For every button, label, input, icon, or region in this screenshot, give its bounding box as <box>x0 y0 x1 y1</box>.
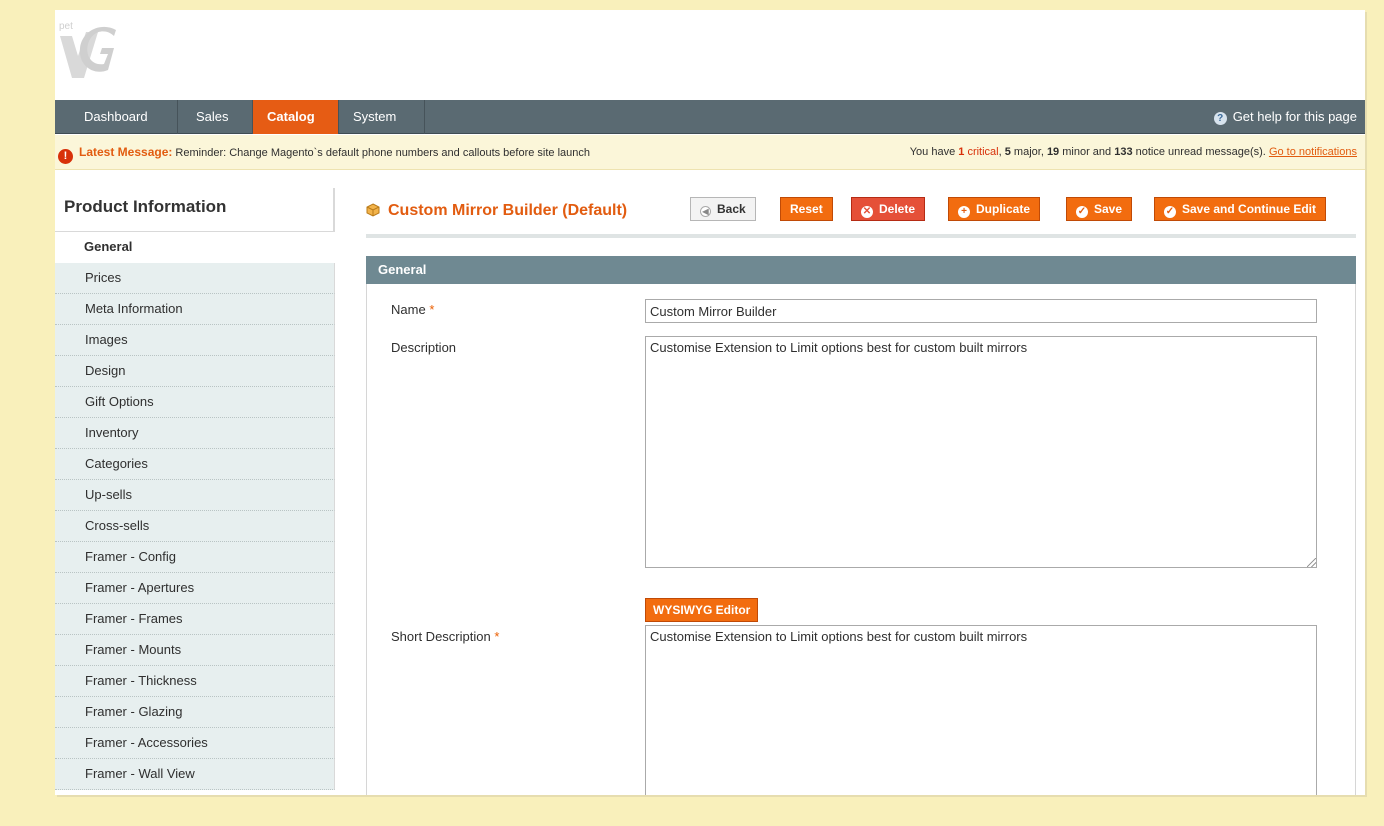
nav-item-sales[interactable]: Sales <box>178 100 253 134</box>
nav-item-dashboard[interactable]: Dashboard <box>55 100 178 134</box>
general-fieldset: Name * Description Customise Extension t… <box>366 284 1356 795</box>
tab-framer-accessories[interactable]: Framer - Accessories <box>55 728 335 759</box>
frame-shadow-bottom <box>57 795 1367 797</box>
minor-count: 19 <box>1046 146 1060 158</box>
product-box-icon <box>366 203 380 217</box>
section-header-general: General <box>366 256 1356 284</box>
header-divider <box>366 234 1356 238</box>
reset-button[interactable]: Reset <box>780 197 833 221</box>
product-info-sidebar: Product Information General Prices Meta … <box>55 188 335 790</box>
notice-label: notice unread message(s). <box>1132 146 1269 158</box>
help-question-icon: ? <box>1213 112 1227 125</box>
save-and-continue-button[interactable]: ✓ Save and Continue Edit <box>1154 197 1327 221</box>
help-link[interactable]: ? Get help for this page <box>1213 100 1357 134</box>
plus-icon: + <box>958 206 970 218</box>
admin-frame: pet Dashboard Sales Catalog System ? Get … <box>55 10 1365 795</box>
tab-framer-mounts[interactable]: Framer - Mounts <box>55 635 335 666</box>
short-description-label-text: Short Description <box>391 629 491 644</box>
checkmark-icon: ✓ <box>1076 206 1088 218</box>
duplicate-button-label: Duplicate <box>976 202 1031 216</box>
latest-message: ! Latest Message: Reminder: Change Magent… <box>58 135 590 171</box>
frame-shadow-right <box>1365 12 1367 796</box>
required-mark: * <box>494 629 500 644</box>
tab-inventory[interactable]: Inventory <box>55 418 335 449</box>
duplicate-button[interactable]: + Duplicate <box>948 197 1041 221</box>
sidebar-title: Product Information <box>55 188 335 232</box>
delete-button-label: Delete <box>879 202 916 216</box>
tab-cross-sells[interactable]: Cross-sells <box>55 511 335 542</box>
name-field[interactable] <box>645 299 1317 323</box>
save-button[interactable]: ✓ Save <box>1066 197 1133 221</box>
minor-label: minor and <box>1059 146 1115 158</box>
tab-gift-options[interactable]: Gift Options <box>55 387 335 418</box>
tab-images[interactable]: Images <box>55 325 335 356</box>
back-button[interactable]: ◀ Back <box>690 197 756 221</box>
tab-design[interactable]: Design <box>55 356 335 387</box>
latest-message-text: Reminder: Change Magento`s default phone… <box>172 147 591 159</box>
short-description-label: Short Description * <box>391 629 499 644</box>
short-description-field[interactable]: Customise Extension to Limit options bes… <box>645 625 1317 795</box>
delete-button[interactable]: ✕ Delete <box>851 197 926 221</box>
required-mark: * <box>429 302 435 317</box>
warning-icon: ! <box>58 149 73 164</box>
checkmark-icon: ✓ <box>1164 206 1176 218</box>
page-title: Custom Mirror Builder (Default) <box>366 202 627 220</box>
system-message-bar: ! Latest Message: Reminder: Change Magent… <box>55 135 1365 170</box>
tab-framer-config[interactable]: Framer - Config <box>55 542 335 573</box>
header-logo-area: pet <box>55 10 1365 100</box>
delete-x-icon: ✕ <box>861 206 873 218</box>
name-label: Name * <box>391 302 434 317</box>
resize-grip-icon[interactable] <box>1307 558 1316 567</box>
tab-meta-information[interactable]: Meta Information <box>55 294 335 325</box>
nav-item-system[interactable]: System <box>339 100 425 134</box>
tab-framer-wall-view[interactable]: Framer - Wall View <box>55 759 335 790</box>
tab-up-sells[interactable]: Up-sells <box>55 480 335 511</box>
back-button-label: Back <box>717 202 746 216</box>
tab-general[interactable]: General <box>55 232 335 263</box>
tab-framer-apertures[interactable]: Framer - Apertures <box>55 573 335 604</box>
critical-label: critical <box>967 146 999 158</box>
tab-framer-glazing[interactable]: Framer - Glazing <box>55 697 335 728</box>
help-label: Get help for this page <box>1232 109 1357 124</box>
tab-prices[interactable]: Prices <box>55 263 335 294</box>
major-label: major, <box>1010 146 1047 158</box>
top-navigation: Dashboard Sales Catalog System ? Get help… <box>55 100 1365 134</box>
nav-item-catalog[interactable]: Catalog <box>253 100 339 134</box>
latest-message-label: Latest Message: <box>79 145 173 159</box>
summary-prefix: You have <box>909 146 959 158</box>
notice-count: 133 <box>1114 146 1133 158</box>
tab-framer-thickness[interactable]: Framer - Thickness <box>55 666 335 697</box>
back-arrow-icon: ◀ <box>700 206 711 217</box>
vg-logo-icon[interactable]: pet <box>58 18 116 84</box>
description-label: Description <box>391 340 457 355</box>
go-to-notifications-link[interactable]: Go to notifications <box>1269 146 1357 158</box>
save-button-label: Save <box>1094 202 1123 216</box>
wysiwyg-editor-button[interactable]: WYSIWYG Editor <box>645 598 759 622</box>
tab-categories[interactable]: Categories <box>55 449 335 480</box>
logo-small-text: pet <box>59 21 73 32</box>
description-field[interactable]: Customise Extension to Limit options bes… <box>645 336 1317 568</box>
save-and-continue-label: Save and Continue Edit <box>1182 202 1317 216</box>
page-title-text: Custom Mirror Builder (Default) <box>388 202 628 219</box>
name-label-text: Name <box>391 302 426 317</box>
message-summary: You have 1 critical, 5 major, 19 minor a… <box>909 146 1357 158</box>
tab-framer-frames[interactable]: Framer - Frames <box>55 604 335 635</box>
